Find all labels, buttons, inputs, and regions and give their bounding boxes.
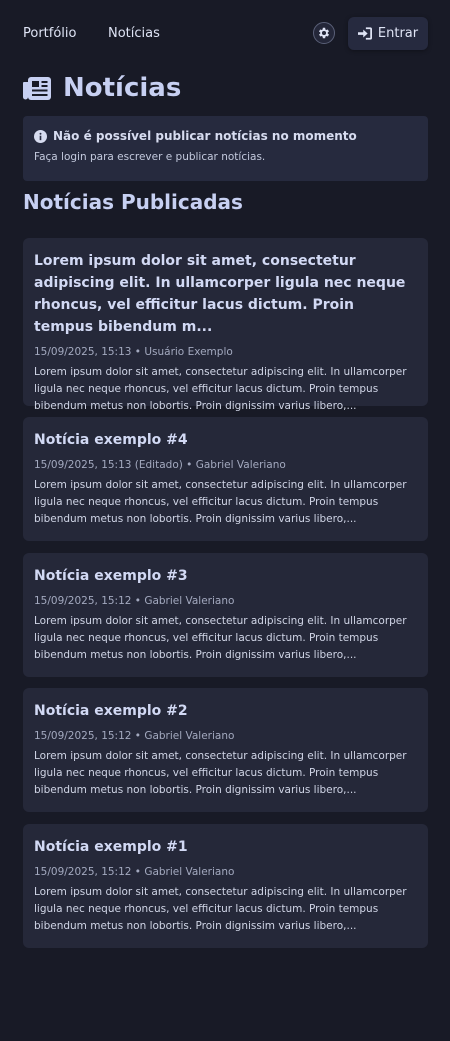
sign-in-icon [357, 27, 372, 40]
alert-text: Faça login para escrever e publicar notí… [34, 151, 266, 163]
news-card-title[interactable]: Notícia exemplo #3 [34, 565, 417, 587]
news-card[interactable]: Notícia exemplo #3 15/09/2025, 15:12 • G… [23, 553, 428, 677]
newspaper-icon [23, 76, 52, 101]
news-card[interactable]: Notícia exemplo #4 15/09/2025, 15:13 (Ed… [23, 417, 428, 541]
info-circle-icon [34, 129, 47, 143]
gear-icon [317, 26, 331, 40]
news-card-meta: 15/09/2025, 15:13 (Editado) • Gabriel Va… [34, 459, 286, 471]
news-card-title[interactable]: Notícia exemplo #4 [34, 429, 417, 451]
news-card-excerpt: Lorem ipsum dolor sit amet, consectetur … [34, 886, 407, 932]
news-card-title[interactable]: Notícia exemplo #1 [34, 836, 417, 858]
news-card[interactable]: Notícia exemplo #1 15/09/2025, 15:12 • G… [23, 824, 428, 948]
news-card[interactable]: Notícia exemplo #2 15/09/2025, 15:12 • G… [23, 688, 428, 812]
news-card[interactable]: Lorem ipsum dolor sit amet, consectetur … [23, 238, 428, 412]
news-card-excerpt: Lorem ipsum dolor sit amet, consectetur … [34, 366, 407, 412]
news-card-meta: 15/09/2025, 15:12 • Gabriel Valeriano [34, 595, 235, 607]
login-required-alert: Não é possível publicar notícias no mome… [23, 116, 428, 181]
alert-title-text: Não é possível publicar notícias no mome… [53, 129, 357, 143]
news-card-excerpt: Lorem ipsum dolor sit amet, consectetur … [34, 750, 407, 796]
theme-toggle-button[interactable] [313, 22, 335, 44]
login-button[interactable]: Entrar [348, 17, 428, 50]
top-nav: Portfólio Notícias Entrar [0, 0, 450, 68]
nav-link-news[interactable]: Notícias [108, 26, 160, 41]
login-label: Entrar [377, 26, 419, 41]
news-card-excerpt: Lorem ipsum dolor sit amet, consectetur … [34, 479, 407, 525]
news-card-excerpt: Lorem ipsum dolor sit amet, consectetur … [34, 615, 407, 661]
alert-title: Não é possível publicar notícias no mome… [34, 129, 417, 143]
page-title-text: Notícias [63, 73, 182, 103]
news-card-meta: 15/09/2025, 15:13 • Usuário Exemplo [34, 346, 233, 358]
page-title: Notícias [23, 73, 181, 103]
news-card-title[interactable]: Notícia exemplo #2 [34, 700, 417, 722]
news-card-meta: 15/09/2025, 15:12 • Gabriel Valeriano [34, 730, 235, 742]
section-title: Notícias Publicadas [23, 190, 243, 214]
nav-link-portfolio[interactable]: Portfólio [23, 26, 76, 41]
news-card-title[interactable]: Lorem ipsum dolor sit amet, consectetur … [34, 250, 417, 338]
news-card-meta: 15/09/2025, 15:12 • Gabriel Valeriano [34, 866, 235, 878]
